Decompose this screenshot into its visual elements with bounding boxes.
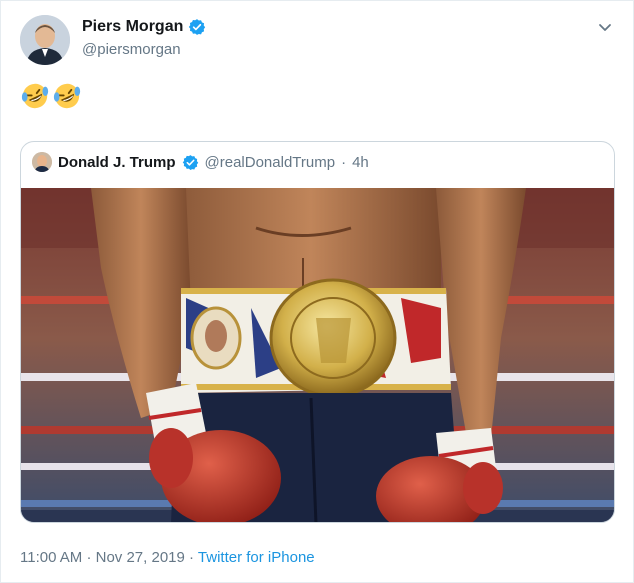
quoted-tweet[interactable]: Donald J. Trump @realDonaldTrump · 4h	[20, 141, 615, 523]
avatar[interactable]	[20, 15, 70, 65]
tweet-date[interactable]: Nov 27, 2019	[96, 549, 185, 566]
author-name-row: Piers Morgan	[82, 18, 206, 36]
verified-badge-icon	[182, 154, 198, 170]
verified-badge-icon	[189, 19, 206, 35]
quoted-display-name[interactable]: Donald J. Trump	[58, 154, 176, 171]
tweet-source-link[interactable]: Twitter for iPhone	[198, 549, 315, 566]
quoted-tweet-header: Donald J. Trump @realDonaldTrump · 4h	[32, 152, 369, 172]
meta-separator: ·	[189, 549, 195, 566]
quoted-avatar	[32, 152, 52, 172]
tweet-metadata: 11:00 AM · Nov 27, 2019 · Twitter for iP…	[20, 549, 315, 566]
tweet-time[interactable]: 11:00 AM	[20, 549, 82, 566]
rolling-on-floor-laughing-emoji-icon	[53, 83, 81, 109]
chevron-down-icon[interactable]	[597, 19, 613, 35]
meta-separator: ·	[86, 549, 92, 566]
tweet-card: Piers Morgan @piersmorgan Donald J. Trum…	[0, 0, 634, 583]
author-avatar-photo	[20, 15, 70, 65]
quoted-avatar-photo	[32, 152, 52, 172]
quoted-timestamp[interactable]: 4h	[352, 154, 369, 171]
author-display-name[interactable]: Piers Morgan	[82, 18, 183, 36]
tweet-text	[20, 81, 82, 111]
boxer-with-championship-belt-image[interactable]	[21, 188, 615, 523]
quoted-handle[interactable]: @realDonaldTrump	[205, 154, 336, 171]
author-handle[interactable]: @piersmorgan	[82, 41, 181, 58]
quoted-separator: ·	[341, 153, 347, 171]
rolling-on-floor-laughing-emoji-icon	[21, 83, 49, 109]
